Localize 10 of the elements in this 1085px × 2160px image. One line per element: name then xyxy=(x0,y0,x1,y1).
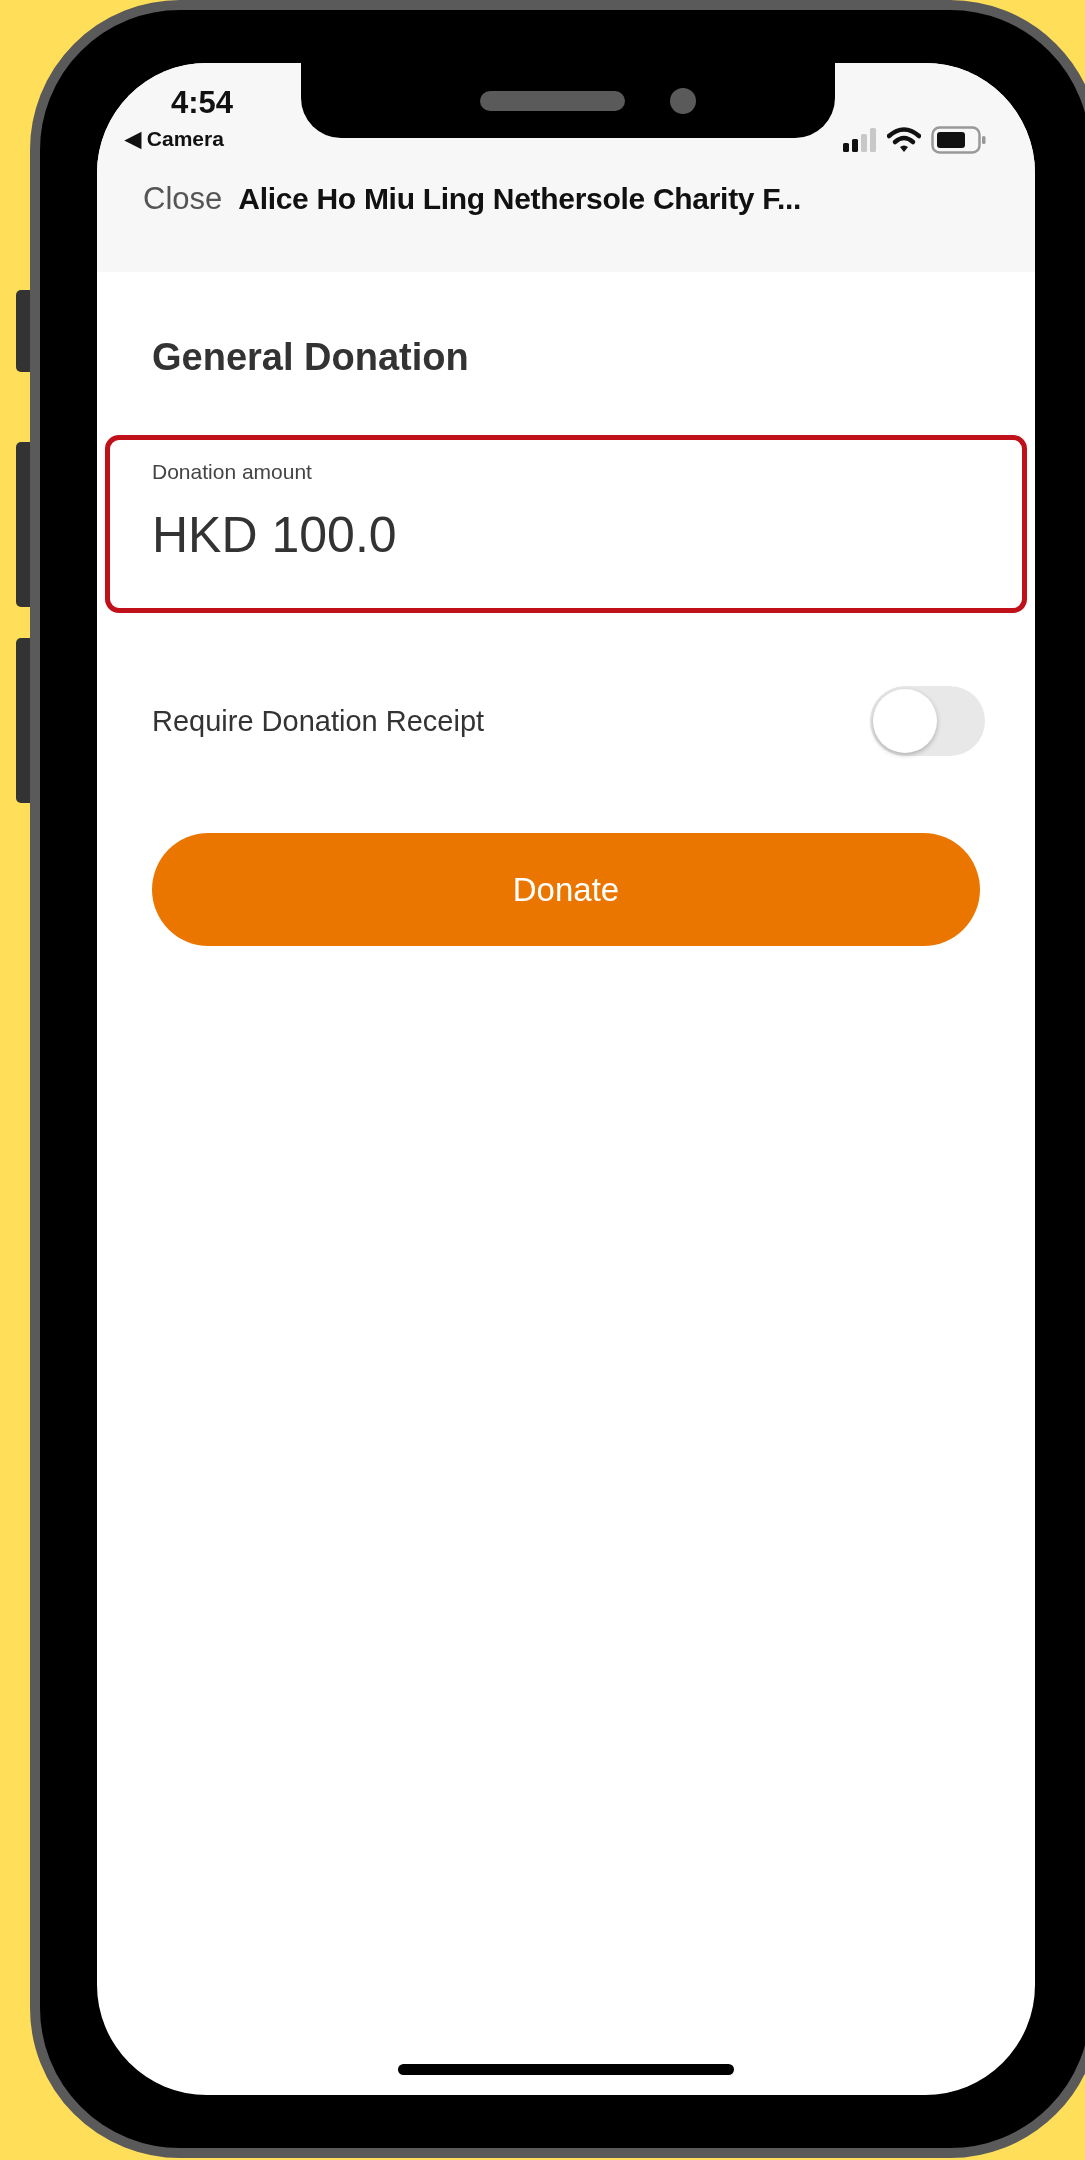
receipt-toggle-label: Require Donation Receipt xyxy=(152,704,485,738)
page-title: Alice Ho Miu Ling Nethersole Charity F... xyxy=(238,182,802,216)
wifi-icon xyxy=(887,127,921,153)
close-button[interactable]: Close xyxy=(143,181,223,217)
battery-icon xyxy=(931,126,987,154)
donation-amount-field[interactable]: Donation amount HKD 100.0 xyxy=(105,435,1027,613)
signal-icon xyxy=(843,128,877,152)
status-time: 4:54 xyxy=(171,85,234,121)
section-heading: General Donation xyxy=(152,336,470,379)
back-to-app-link[interactable]: ◀ Camera xyxy=(125,127,234,151)
